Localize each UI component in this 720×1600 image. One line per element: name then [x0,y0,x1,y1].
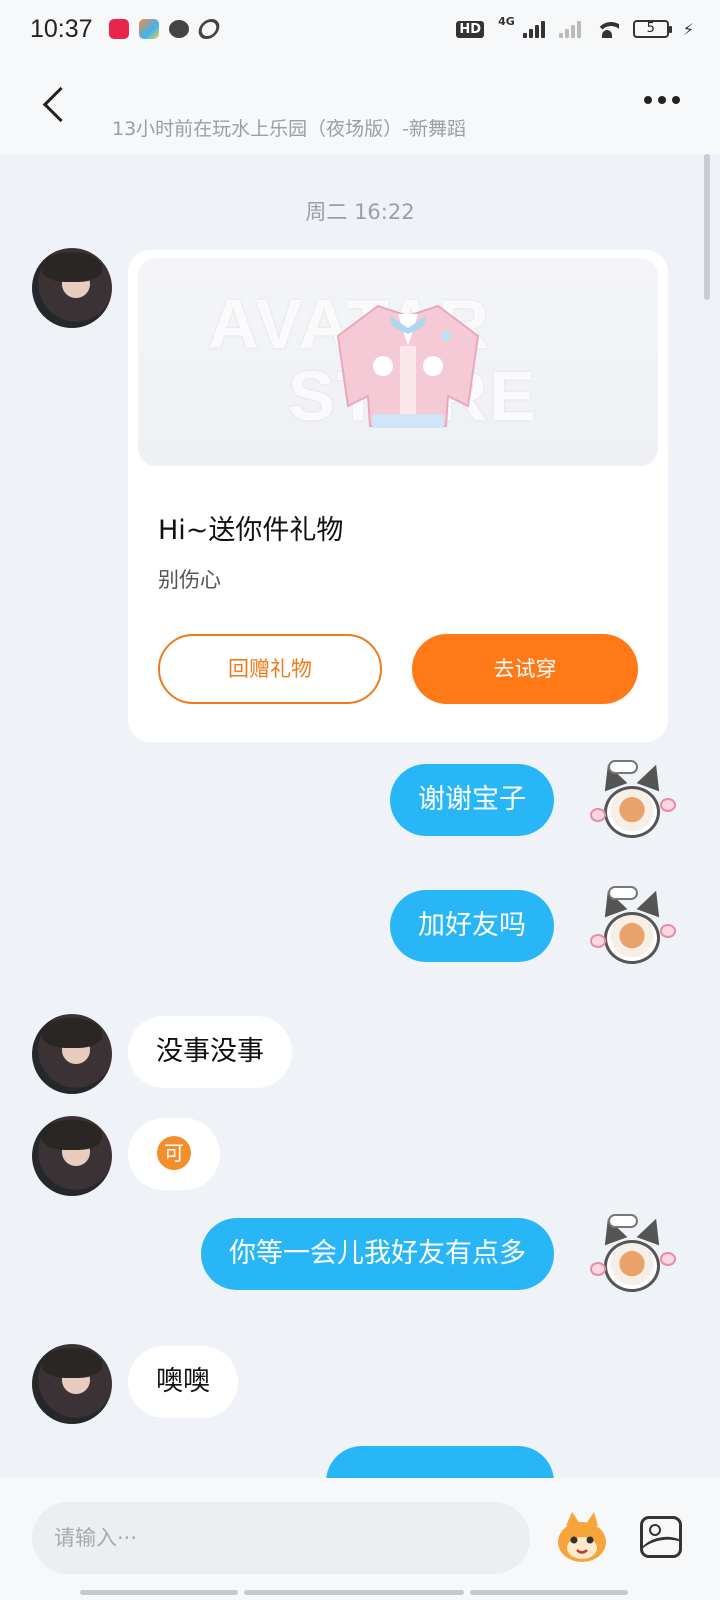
game-notification-icon [138,19,159,39]
gift-title: Hi~送你件礼物 [158,515,344,546]
nav-indicator-left [80,1590,238,1595]
contact-avatar[interactable] [32,248,112,328]
status-time: 10:37 [30,14,93,43]
contact-avatar[interactable] [32,1116,112,1196]
system-indicators: HD 4G 5 ⚡ [456,15,694,39]
contact-avatar[interactable] [32,1014,112,1094]
contact-avatar[interactable] [32,1344,112,1424]
jacket-illustration [336,304,480,428]
my-avatar[interactable] [586,758,678,850]
contact-activity-status: 13小时前在玩水上乐园（夜场版）-新舞蹈 [112,118,467,140]
sync-notification-icon [195,19,222,39]
message-input-bar [0,1478,720,1600]
wifi-icon [594,20,619,38]
message-bubble-sent[interactable]: 谢谢宝子 [390,764,554,836]
back-icon[interactable] [40,88,72,120]
return-gift-button[interactable]: 回赠礼物 [158,634,382,704]
my-avatar[interactable] [586,1212,678,1304]
message-timestamp: 周二 16:22 [305,200,415,224]
ke-emoji-icon: 可 [157,1135,191,1170]
signal-icon [522,20,545,38]
message-bubble-received[interactable]: 噢噢 [128,1346,238,1418]
notification-icons [108,19,222,39]
network-type: 4G [498,14,515,28]
message-bubble-received[interactable]: 可 [128,1118,220,1190]
gift-card[interactable]: AVATAR STORE Hi~送你件礼物 别伤心 回赠礼物 去试穿 [128,250,668,742]
gift-image[interactable]: AVATAR STORE [138,258,658,466]
image-picker-icon[interactable] [640,1516,682,1558]
message-bubble-sent[interactable]: 你等一会儿我好友有点多 [201,1218,554,1290]
message-bubble-sent-partial[interactable] [326,1446,554,1478]
nav-indicator-center[interactable] [244,1590,464,1595]
signal-secondary-icon [558,20,581,38]
hd-icon: HD [456,20,485,38]
battery-level: 5 [646,21,655,36]
nav-indicator-right [470,1590,628,1595]
more-options-icon[interactable] [644,96,680,104]
charging-icon: ⚡ [682,19,694,39]
chat-header: 13小时前在玩水上乐园（夜场版）-新舞蹈 [0,58,720,154]
my-avatar[interactable] [586,884,678,976]
status-bar: 10:37 HD 4G 5 ⚡ [0,0,720,58]
battery-icon: 5 [632,20,672,38]
app-notification-icon [108,19,129,39]
chat-thread[interactable]: 周二 16:22 AVATAR STORE Hi~送你件礼物 别伤心 回赠礼物 … [0,154,720,1478]
message-notification-icon [168,20,189,38]
sticker-mascot-icon[interactable] [552,1510,612,1566]
try-on-button[interactable]: 去试穿 [412,634,638,704]
message-bubble-sent[interactable]: 加好友吗 [390,890,554,962]
message-bubble-received[interactable]: 没事没事 [128,1016,292,1088]
gift-message: 别伤心 [158,568,221,592]
message-input[interactable] [32,1502,530,1574]
scrollbar[interactable] [704,154,710,300]
